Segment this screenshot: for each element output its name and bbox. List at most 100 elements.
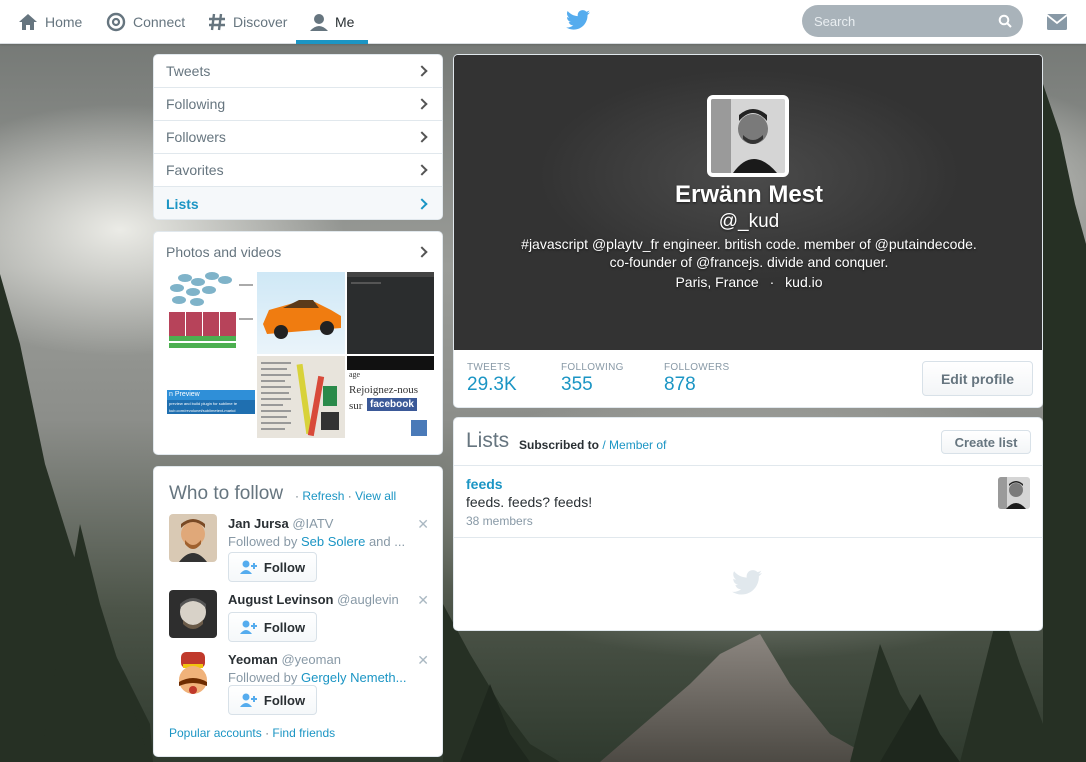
chevron-right-icon bbox=[416, 246, 428, 258]
follow-label: Follow bbox=[263, 692, 306, 708]
photos-title: Photos and videos bbox=[166, 244, 282, 260]
stat-tweets[interactable]: TWEETS 29.3K bbox=[467, 362, 517, 396]
media-thumbnail[interactable] bbox=[257, 272, 345, 354]
profile-card: Erwänn Mest @_kud #javascript @playtv_fr… bbox=[453, 54, 1043, 408]
lists-header: Lists Subscribed to / Member of Create l… bbox=[454, 418, 1042, 466]
profile-stats-bar: TWEETS 29.3K FOLLOWING 355 FOLLOWERS 878… bbox=[454, 350, 1042, 407]
nav-me-label: Me bbox=[335, 14, 355, 30]
nav-home[interactable]: Home bbox=[18, 0, 82, 44]
member-of-tab[interactable]: Member of bbox=[609, 438, 666, 452]
facebook-badge: facebook bbox=[367, 398, 417, 411]
thumbnail-caption: kub.com/revolunet/sublimetext-markd bbox=[169, 408, 236, 413]
dismiss-icon[interactable]: ✕ bbox=[417, 652, 429, 669]
follow-user-icon bbox=[239, 693, 257, 707]
sidebar-item-tweets[interactable]: Tweets bbox=[154, 55, 442, 88]
profile-website-link[interactable]: kud.io bbox=[785, 274, 822, 290]
stat-value: 29.3K bbox=[467, 374, 517, 395]
home-icon bbox=[18, 13, 38, 31]
separator: · bbox=[265, 726, 270, 740]
lists-card: Lists Subscribed to / Member of Create l… bbox=[453, 417, 1043, 631]
media-thumbnail[interactable] bbox=[257, 356, 345, 438]
media-thumbnail[interactable] bbox=[347, 272, 434, 354]
avatar[interactable] bbox=[169, 650, 217, 698]
nav-discover[interactable]: Discover bbox=[208, 0, 287, 44]
media-thumbnail[interactable]: age Rejoignez-nous sur facebook bbox=[347, 356, 434, 438]
list-item[interactable]: feeds feeds. feeds? feeds! 38 members bbox=[454, 466, 1042, 538]
view-all-link[interactable]: View all bbox=[355, 489, 396, 503]
mail-icon[interactable] bbox=[1046, 13, 1068, 34]
nav-connect[interactable]: Connect bbox=[106, 0, 185, 44]
stat-value: 878 bbox=[664, 374, 696, 395]
nav-discover-label: Discover bbox=[233, 14, 288, 30]
photos-header[interactable]: Photos and videos bbox=[154, 232, 442, 260]
nav-connect-label: Connect bbox=[133, 14, 186, 30]
nav-home-label: Home bbox=[45, 14, 83, 30]
profile-location: Paris, France bbox=[675, 274, 759, 290]
user-name: August Levinson bbox=[228, 592, 334, 607]
followed-prefix: Followed by bbox=[228, 534, 298, 549]
subscribed-to-tab[interactable]: Subscribed to bbox=[519, 438, 599, 452]
stat-followers[interactable]: FOLLOWERS 878 bbox=[664, 362, 730, 396]
find-friends-link[interactable]: Find friends bbox=[272, 726, 335, 740]
follow-button[interactable]: Follow bbox=[228, 552, 317, 582]
follow-suggestion: Jan Jursa @IATV Followed by Seb Solere a… bbox=[169, 514, 431, 582]
follow-button[interactable]: Follow bbox=[228, 612, 317, 642]
profile-header-background: Erwänn Mest @_kud #javascript @playtv_fr… bbox=[454, 55, 1042, 350]
media-thumbnail[interactable] bbox=[167, 272, 255, 354]
search-icon[interactable] bbox=[998, 14, 1012, 31]
create-list-button[interactable]: Create list bbox=[941, 430, 1031, 454]
stat-label: FOLLOWING bbox=[561, 362, 624, 373]
user-name: Yeoman bbox=[228, 652, 278, 667]
refresh-link[interactable]: Refresh bbox=[302, 489, 344, 503]
search-input[interactable] bbox=[802, 5, 1023, 37]
sidebar-item-lists[interactable]: Lists bbox=[154, 187, 442, 219]
popular-accounts-link[interactable]: Popular accounts bbox=[169, 726, 262, 740]
followed-by-user-link[interactable]: Gergely Nemeth... bbox=[301, 670, 407, 685]
chevron-right-icon bbox=[416, 131, 428, 143]
user-name-line[interactable]: August Levinson @auglevin bbox=[228, 592, 399, 607]
hashtag-icon bbox=[208, 13, 226, 31]
sidebar-item-favorites[interactable]: Favorites bbox=[154, 154, 442, 187]
follow-button[interactable]: Follow bbox=[228, 685, 317, 715]
lists-subnav: Subscribed to / Member of bbox=[519, 438, 666, 452]
profile-bio: #javascript @playtv_fr engineer. british… bbox=[494, 235, 1004, 271]
person-icon bbox=[310, 13, 328, 31]
at-icon bbox=[106, 12, 126, 32]
chevron-right-icon bbox=[416, 197, 428, 210]
list-member-count: 38 members bbox=[466, 514, 533, 528]
sidebar-item-followers[interactable]: Followers bbox=[154, 121, 442, 154]
media-thumbnail[interactable]: n Preview preview and build plugin for s… bbox=[167, 356, 255, 438]
dismiss-icon[interactable]: ✕ bbox=[417, 592, 429, 609]
follow-user-icon bbox=[239, 560, 257, 574]
user-name-line[interactable]: Yeoman @yeoman bbox=[228, 652, 341, 667]
avatar[interactable] bbox=[169, 514, 217, 562]
user-name-line[interactable]: Jan Jursa @IATV bbox=[228, 516, 333, 531]
photos-and-videos-card: Photos and videos n Preview preview and … bbox=[153, 231, 443, 455]
stat-following[interactable]: FOLLOWING 355 bbox=[561, 362, 624, 396]
twitter-bird-icon[interactable] bbox=[566, 10, 590, 33]
dismiss-icon[interactable]: ✕ bbox=[417, 516, 429, 533]
stat-label: TWEETS bbox=[467, 362, 511, 373]
list-description: feeds. feeds? feeds! bbox=[466, 494, 593, 510]
user-handle: @auglevin bbox=[337, 592, 399, 607]
thumbnail-caption: preview and build plugin for sublime te bbox=[169, 401, 238, 406]
follow-label: Follow bbox=[263, 619, 306, 635]
profile-handle: @_kud bbox=[718, 211, 780, 232]
who-to-follow-card: Who to follow · Refresh · View all Jan J… bbox=[153, 466, 443, 757]
follow-user-icon bbox=[239, 620, 257, 634]
followed-by-user-link[interactable]: Seb Solere bbox=[301, 534, 365, 549]
bio-line: co-founder of @francejs. divide and conq… bbox=[609, 254, 889, 270]
sidebar-item-following[interactable]: Following bbox=[154, 88, 442, 121]
thumbnail-caption: sur bbox=[349, 400, 363, 412]
slash-separator: / bbox=[599, 438, 610, 452]
stat-label: FOLLOWERS bbox=[664, 362, 730, 373]
edit-profile-button[interactable]: Edit profile bbox=[922, 361, 1033, 396]
nav-me[interactable]: Me bbox=[295, 0, 370, 44]
followed-suffix: and ... bbox=[368, 534, 406, 549]
follow-label: Follow bbox=[263, 559, 306, 575]
avatar[interactable] bbox=[169, 590, 217, 638]
thumbnail-caption: Rejoignez-nous bbox=[349, 384, 419, 396]
profile-avatar[interactable] bbox=[707, 95, 789, 177]
top-navigation-bar: Home Connect Discover Me bbox=[0, 0, 1086, 44]
who-to-follow-footer: Popular accounts · Find friends bbox=[169, 726, 335, 740]
